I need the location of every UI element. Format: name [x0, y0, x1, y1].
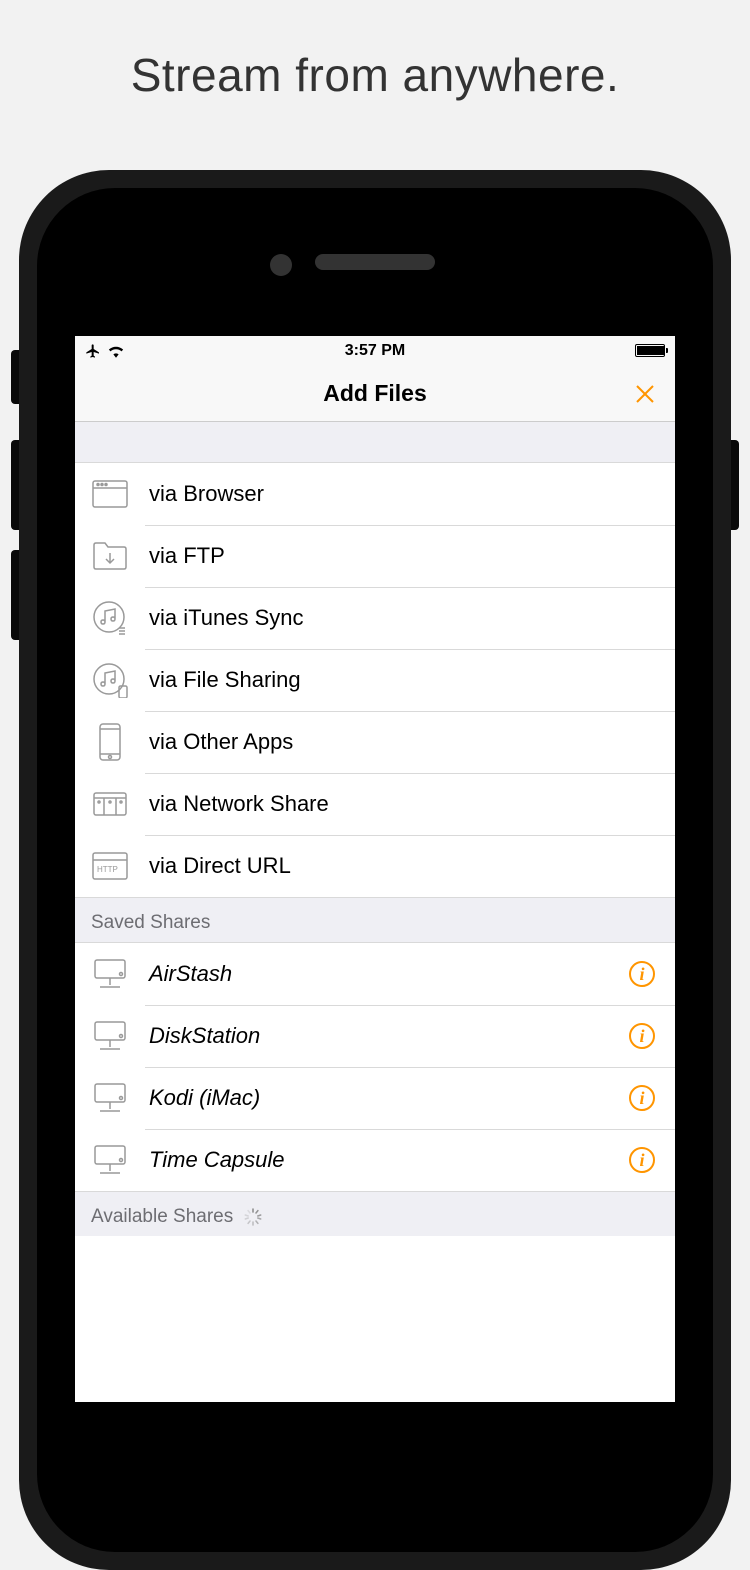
method-via-network-share[interactable]: via Network Share: [75, 773, 675, 835]
nav-bar: Add Files: [75, 366, 675, 422]
method-via-ftp[interactable]: via FTP: [75, 525, 675, 587]
method-via-other-apps[interactable]: via Other Apps: [75, 711, 675, 773]
phone-icon: [89, 721, 131, 763]
info-icon: i: [629, 961, 655, 987]
close-button[interactable]: [633, 382, 657, 406]
row-label: Time Capsule: [149, 1147, 627, 1173]
info-button[interactable]: i: [627, 1145, 657, 1175]
close-icon: [634, 383, 656, 405]
row-label: via iTunes Sync: [149, 605, 675, 631]
info-icon: i: [629, 1147, 655, 1173]
saved-shares-header: Saved Shares: [75, 898, 675, 942]
phone-frame: 3:57 PM Add Files: [19, 170, 731, 1570]
method-via-itunes-sync[interactable]: via iTunes Sync: [75, 587, 675, 649]
saved-share-kodi[interactable]: Kodi (iMac) i: [75, 1067, 675, 1129]
row-label: via FTP: [149, 543, 675, 569]
info-icon: i: [629, 1023, 655, 1049]
info-button[interactable]: i: [627, 1021, 657, 1051]
row-label: via Browser: [149, 481, 675, 507]
drive-stand-icon: [89, 953, 131, 995]
spinner-icon: [243, 1207, 263, 1227]
promo-title: Stream from anywhere.: [0, 0, 750, 102]
info-icon: i: [629, 1085, 655, 1111]
music-device-icon: [89, 659, 131, 701]
wifi-icon: [107, 344, 125, 358]
screen: 3:57 PM Add Files: [75, 336, 675, 1402]
page-title: Add Files: [323, 380, 427, 407]
add-methods-list: via Browser via FTP: [75, 462, 675, 898]
volume-up-button: [11, 440, 19, 530]
battery-icon: [635, 344, 665, 357]
music-sync-icon: [89, 597, 131, 639]
row-label: via File Sharing: [149, 667, 675, 693]
available-shares-header: Available Shares: [75, 1192, 675, 1236]
speaker-slot: [315, 254, 435, 270]
status-time: 3:57 PM: [75, 342, 675, 360]
drive-stand-icon: [89, 1015, 131, 1057]
row-label: AirStash: [149, 961, 627, 987]
available-shares-label: Available Shares: [91, 1206, 233, 1228]
network-drive-icon: [89, 783, 131, 825]
method-via-browser[interactable]: via Browser: [75, 463, 675, 525]
browser-window-icon: [89, 473, 131, 515]
method-via-file-sharing[interactable]: via File Sharing: [75, 649, 675, 711]
silent-switch: [11, 350, 19, 404]
row-label: via Network Share: [149, 791, 675, 817]
camera-dot: [270, 254, 292, 276]
http-window-icon: HTTP: [89, 845, 131, 887]
svg-text:HTTP: HTTP: [97, 865, 118, 874]
volume-down-button: [11, 550, 19, 640]
power-button: [731, 440, 739, 530]
row-label: Kodi (iMac): [149, 1085, 627, 1111]
info-button[interactable]: i: [627, 959, 657, 989]
saved-share-airstash[interactable]: AirStash i: [75, 943, 675, 1005]
saved-shares-list: AirStash i DiskStation: [75, 942, 675, 1192]
method-via-direct-url[interactable]: HTTP via Direct URL: [75, 835, 675, 897]
drive-stand-icon: [89, 1077, 131, 1119]
row-label: via Direct URL: [149, 853, 675, 879]
row-label: DiskStation: [149, 1023, 627, 1049]
row-label: via Other Apps: [149, 729, 675, 755]
saved-share-diskstation[interactable]: DiskStation i: [75, 1005, 675, 1067]
airplane-mode-icon: [85, 343, 101, 359]
info-button[interactable]: i: [627, 1083, 657, 1113]
drive-stand-icon: [89, 1139, 131, 1181]
folder-download-icon: [89, 535, 131, 577]
saved-share-time-capsule[interactable]: Time Capsule i: [75, 1129, 675, 1191]
status-bar: 3:57 PM: [75, 336, 675, 366]
